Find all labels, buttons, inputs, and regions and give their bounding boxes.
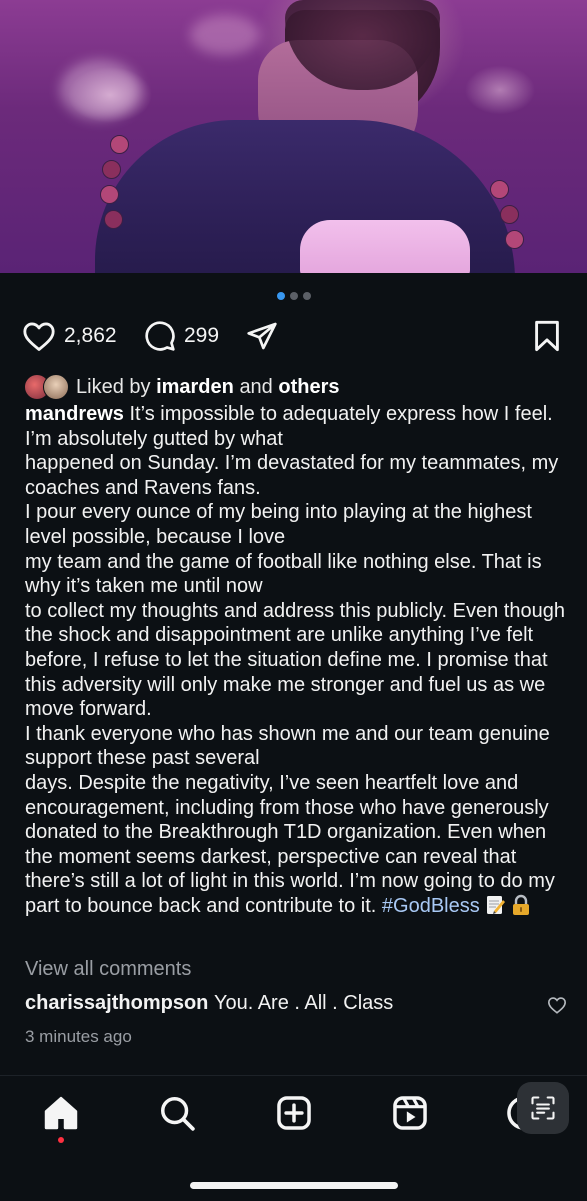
post-caption: mandrews It’s impossible to adequately e…: [25, 402, 570, 918]
likes-count[interactable]: 2,862: [64, 324, 117, 348]
caption-author[interactable]: mandrews: [25, 403, 124, 425]
reels-icon: [393, 1096, 427, 1130]
create-icon: [277, 1096, 311, 1130]
caption-line: to collect my thoughts and address this …: [25, 599, 565, 721]
search-icon: [161, 1097, 195, 1131]
nav-home[interactable]: [42, 1094, 80, 1137]
comment-icon: [145, 321, 175, 351]
avatar: [43, 374, 69, 400]
caption-line: my team and the game of football like no…: [25, 550, 542, 598]
heart-icon: [23, 322, 55, 351]
send-icon: [247, 322, 277, 350]
post-actions: 2,862 299: [0, 316, 587, 358]
comment-button[interactable]: 299: [144, 320, 219, 352]
bookmark-icon: [535, 320, 559, 352]
post-image[interactable]: [0, 0, 587, 273]
notification-dot: [58, 1137, 64, 1143]
caption-line: happened on Sunday. I’m devastated for m…: [25, 452, 559, 499]
carousel-dot: [289, 292, 298, 300]
nav-search[interactable]: [158, 1094, 196, 1137]
liked-by-others[interactable]: others: [278, 376, 339, 399]
carousel-dot: [302, 292, 311, 300]
carousel-dot-active: [276, 292, 285, 300]
liked-by[interactable]: Liked by imarden and others: [24, 374, 340, 400]
scan-text-button[interactable]: [517, 1082, 569, 1134]
memo-emoji: [486, 895, 505, 914]
home-indicator[interactable]: [190, 1182, 398, 1189]
comment-like-heart-icon[interactable]: [547, 996, 567, 1014]
lock-emoji: [512, 894, 529, 915]
caption-line: I thank everyone who has shown me and ou…: [25, 722, 550, 770]
comment-text: You. Are . All . Class: [213, 992, 394, 1014]
view-all-comments-link[interactable]: View all comments: [25, 958, 191, 981]
liked-by-user[interactable]: imarden: [156, 376, 234, 399]
home-icon: [44, 1096, 78, 1130]
liked-by-label: Liked by: [76, 375, 151, 398]
post-timestamp: 3 minutes ago: [25, 1027, 132, 1046]
like-button[interactable]: 2,862: [22, 320, 117, 352]
comment-author[interactable]: charissajthompson: [25, 992, 208, 1014]
liked-by-avatars: [24, 374, 72, 400]
carousel-indicator: [0, 292, 587, 300]
save-button[interactable]: [534, 320, 560, 352]
nav-reels[interactable]: [391, 1094, 429, 1137]
hashtag-link[interactable]: #GodBless: [382, 895, 480, 917]
comments-count[interactable]: 299: [184, 324, 219, 348]
share-button[interactable]: [245, 320, 279, 352]
top-comment: charissajthompson You. Are . All . Class: [25, 992, 393, 1015]
liked-by-and: and: [239, 375, 273, 398]
caption-line: I pour every ounce of my being into play…: [25, 501, 532, 548]
nav-create[interactable]: [275, 1094, 313, 1137]
scan-text-icon: [531, 1096, 555, 1120]
